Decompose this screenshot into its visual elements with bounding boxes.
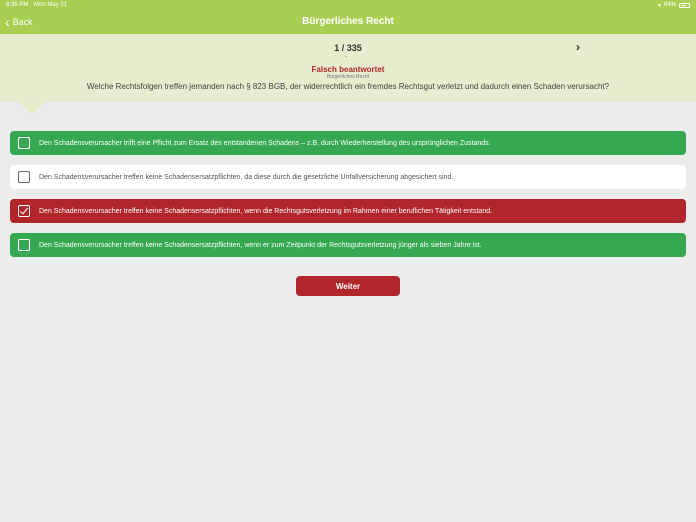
answer-text: Den Schadensverursacher treffen keine Sc… bbox=[39, 173, 454, 181]
answer-text: Den Schadensverursacher trifft eine Pfli… bbox=[39, 139, 491, 147]
answer-option-2[interactable]: Den Schadensverursacher treffen keine Sc… bbox=[10, 165, 686, 189]
question-category: Bürgerliches Recht bbox=[326, 74, 370, 80]
checked-checkbox-icon[interactable] bbox=[18, 205, 30, 217]
answer-text: Den Schadensverursacher treffen keine Sc… bbox=[39, 207, 493, 215]
answer-status: Falsch beantwortet bbox=[311, 65, 385, 74]
checkbox-icon[interactable] bbox=[18, 137, 30, 149]
checkbox-icon[interactable] bbox=[18, 171, 30, 183]
question-header: 1 / 335 › ⌄ Falsch beantwortet Bürgerlic… bbox=[0, 34, 696, 102]
page-title: Bürgerliches Recht bbox=[302, 16, 394, 27]
status-time: 6:35 PM bbox=[6, 2, 29, 8]
wifi-icon: ▾ bbox=[657, 2, 661, 9]
answer-option-3[interactable]: Den Schadensverursacher treffen keine Sc… bbox=[10, 199, 686, 223]
chevron-down-icon: ⌄ bbox=[344, 53, 349, 59]
answer-option-4[interactable]: Den Schadensverursacher treffen keine Sc… bbox=[10, 233, 686, 257]
question-counter: 1 / 335 bbox=[334, 43, 362, 53]
navigation-bar: ‹ Back Bürgerliches Recht bbox=[0, 10, 696, 34]
header-notch bbox=[18, 101, 46, 115]
status-date: Mon May 31 bbox=[34, 2, 68, 8]
status-left: 6:35 PM Mon May 31 bbox=[6, 2, 67, 8]
question-text: Welche Rechtsfolgen treffen jemanden nac… bbox=[86, 82, 610, 91]
battery-percent: 64% bbox=[663, 2, 676, 8]
continue-button[interactable]: Weiter bbox=[296, 276, 400, 296]
answer-option-1[interactable]: Den Schadensverursacher trifft eine Pfli… bbox=[10, 131, 686, 155]
status-bar: 6:35 PM Mon May 31 ▾ 64% bbox=[0, 0, 696, 10]
status-right: ▾ 64% bbox=[658, 2, 690, 9]
answer-text: Den Schadensverursacher treffen keine Sc… bbox=[39, 241, 482, 249]
battery-icon bbox=[679, 2, 690, 8]
next-question-button[interactable]: › bbox=[576, 40, 580, 54]
checkbox-icon[interactable] bbox=[18, 239, 30, 251]
